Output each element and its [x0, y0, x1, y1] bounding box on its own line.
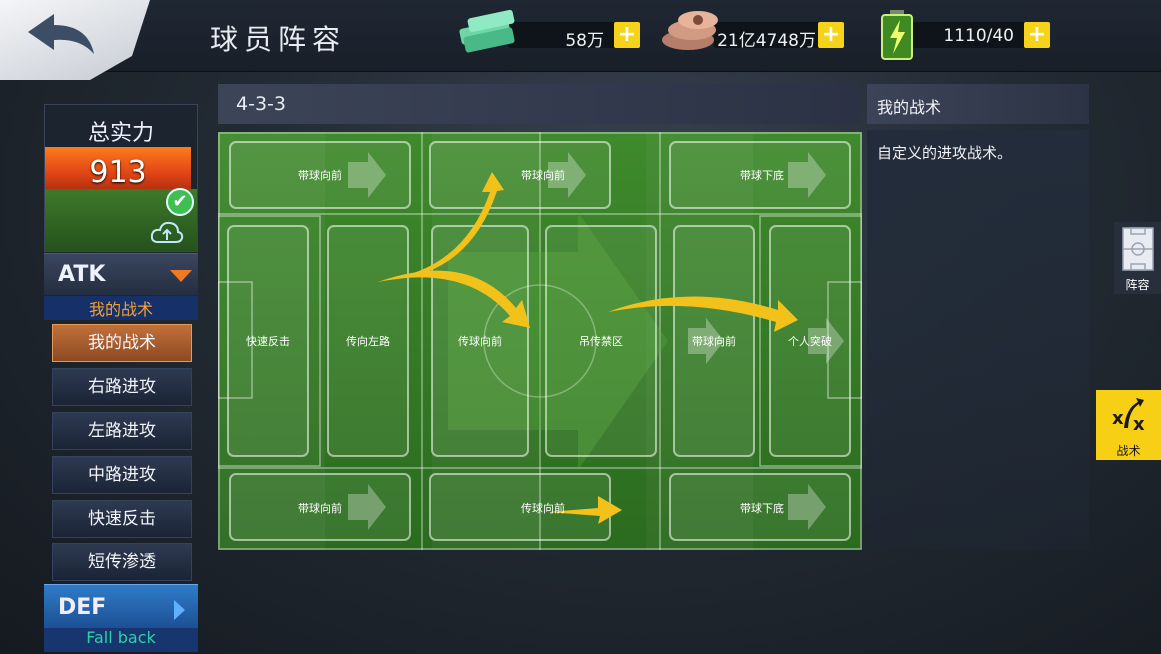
total-strength-value: 913 [89, 155, 147, 190]
energy-resource: 1110/40 + [881, 10, 1050, 60]
coins-value: 21亿4748万 [717, 31, 816, 51]
formation-label: 4-3-3 [236, 93, 286, 115]
zone-label-mid-6: 个人突破 [788, 334, 832, 348]
check-icon: ✔ [166, 188, 194, 216]
zone-label-top-2: 带球向前 [521, 168, 565, 182]
tactic-info-header: 我的战术 [867, 84, 1089, 124]
tactics-field: 带球向前 带球向前 带球下底 快速反击 传向左路 传球向前 吊传禁区 带球向前 … [218, 132, 862, 550]
cash-resource: 58万 + [459, 9, 640, 53]
tab-lineup[interactable]: 阵容 [1114, 222, 1161, 294]
cloud-upload-icon[interactable] [150, 220, 184, 246]
zone-label-top-1: 带球向前 [298, 168, 342, 182]
atk-label: ATK [58, 262, 106, 287]
page-title: 球员阵容 [210, 23, 347, 56]
svg-text:x: x [1112, 408, 1124, 429]
energy-battery-icon [881, 10, 913, 60]
zone-label-top-3: 带球下底 [740, 168, 784, 182]
zone-label-mid-5: 带球向前 [692, 334, 736, 348]
zone-label-bottom-2: 传球向前 [521, 501, 565, 515]
energy-value: 1110/40 [943, 26, 1014, 46]
tab-tactics[interactable]: x x 战术 [1096, 390, 1161, 460]
add-energy-button[interactable]: + [1024, 22, 1050, 48]
add-coins-button[interactable]: + [818, 22, 844, 48]
svg-text:x: x [1133, 414, 1145, 435]
tactic-item-left-attack[interactable]: 左路进攻 [52, 412, 192, 450]
tactics-board-icon: x x [1112, 398, 1145, 435]
zone-label-mid-1: 快速反击 [246, 335, 290, 348]
back-arrow-icon [28, 14, 94, 54]
tactic-info-panel: 自定义的进攻战术。 [867, 130, 1089, 550]
zone-label-bottom-3: 带球下底 [740, 501, 784, 515]
def-label: DEF [58, 595, 107, 620]
formation-bar: 4-3-3 [218, 84, 860, 124]
coins-resource: 21亿4748万 + [662, 11, 844, 51]
tab-lineup-label: 阵容 [1125, 278, 1150, 292]
tactic-item-counter-attack[interactable]: 快速反击 [52, 500, 192, 538]
pitch-icon [1122, 227, 1154, 271]
def-current-tactic: Fall back [44, 628, 198, 652]
zone-label-bottom-1: 带球向前 [298, 501, 342, 515]
tactic-info-title: 我的战术 [877, 98, 942, 117]
tab-tactics-label: 战术 [1116, 444, 1141, 458]
zone-bottom-center [429, 473, 611, 541]
tactic-item-center-attack[interactable]: 中路进攻 [52, 456, 192, 494]
dropdown-arrow-icon[interactable] [170, 270, 192, 282]
tactic-item-my-tactics[interactable]: 我的战术 [52, 324, 192, 362]
zone-label-mid-4: 吊传禁区 [579, 335, 623, 348]
cash-value: 58万 [565, 31, 604, 51]
zone-label-mid-2: 传向左路 [346, 334, 390, 348]
atk-current-tactic: 我的战术 [44, 296, 198, 320]
cash-icon [459, 9, 515, 53]
expand-arrow-icon[interactable] [174, 600, 185, 620]
total-strength-label: 总实力 [87, 121, 154, 146]
tactic-item-short-pass[interactable]: 短传渗透 [52, 543, 192, 581]
tactic-item-right-attack[interactable]: 右路进攻 [52, 368, 192, 406]
tactic-description: 自定义的进攻战术。 [877, 144, 1013, 162]
add-cash-button[interactable]: + [614, 22, 640, 48]
zone-label-mid-3: 传球向前 [458, 334, 502, 348]
